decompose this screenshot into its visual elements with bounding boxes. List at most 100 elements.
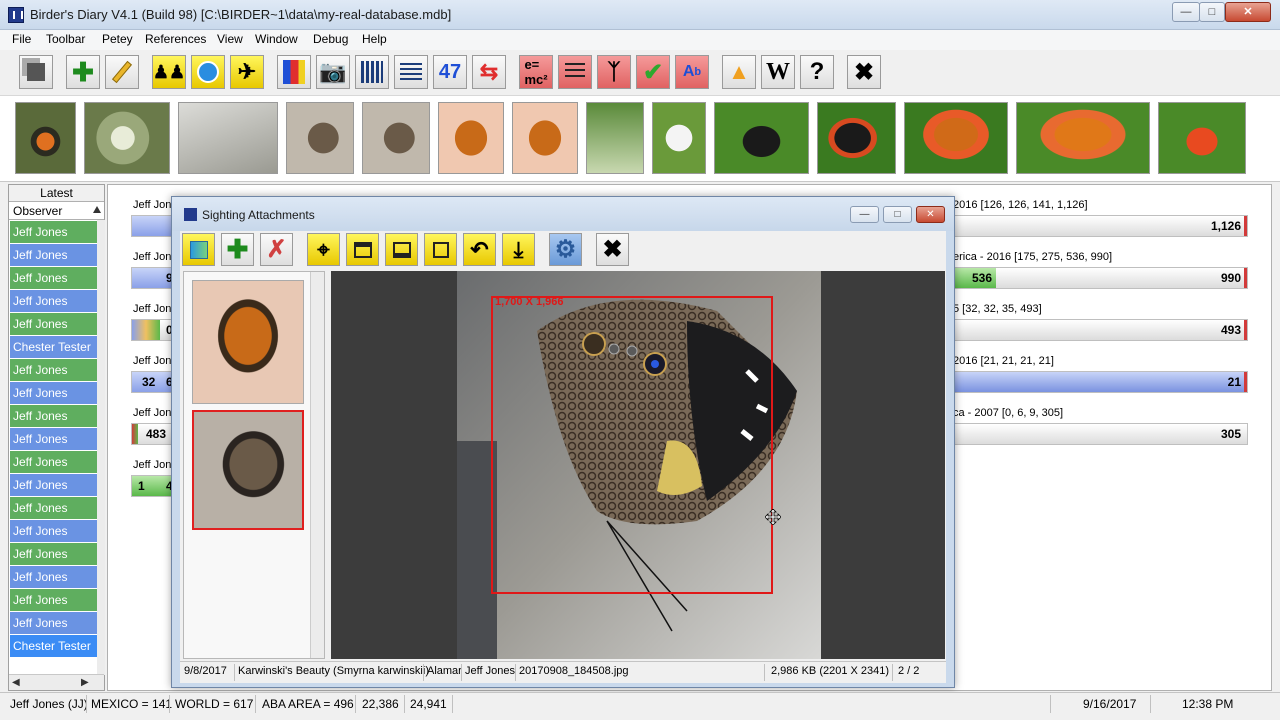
observer-row[interactable]: Jeff Jones [10,221,97,243]
scroll-right-icon[interactable]: ▶ [81,677,89,688]
latest-header[interactable]: Latest [9,185,104,202]
observer-row[interactable]: Jeff Jones [10,313,97,335]
scroll-left-icon[interactable]: ◀ [12,677,20,688]
pencil-icon[interactable] [105,55,139,89]
formula-icon[interactable]: e= mc² [519,55,553,89]
bar-chart-icon[interactable] [355,55,389,89]
photo-thumbnail[interactable] [1158,102,1246,174]
warning-triangle-icon[interactable]: ▲ [722,55,756,89]
add-attachment-icon[interactable]: ✚ [221,233,254,266]
photo-thumbnail[interactable] [904,102,1008,174]
help-icon[interactable]: ? [800,55,834,89]
observer-row-selected[interactable]: Chester Tester [10,635,97,657]
crop-square-icon[interactable] [424,233,457,266]
camera-icon[interactable]: 📷 [316,55,350,89]
observer-row[interactable]: Jeff Jones [10,566,97,588]
menu-help[interactable]: Help [362,32,387,46]
save-download-icon[interactable]: ⤓ [502,233,535,266]
spellcheck-icon[interactable]: Ab [675,55,709,89]
menu-window[interactable]: Window [255,32,298,46]
attachment-thumbnail-selected[interactable] [192,410,304,530]
minimize-button[interactable]: — [1172,2,1200,22]
swap-arrows-icon[interactable]: ⇆ [472,55,506,89]
airplane-icon[interactable]: ✈ [230,55,264,89]
observer-row[interactable]: Jeff Jones [10,612,97,634]
photo-thumbnail[interactable] [84,102,170,174]
observer-row[interactable]: Jeff Jones [10,497,97,519]
observer-row[interactable]: Jeff Jones [10,382,97,404]
menu-file[interactable]: File [12,32,31,46]
observer-row[interactable]: Chester Tester [10,336,97,358]
observer-horizontal-scrollbar[interactable]: ◀ ▶ [9,674,104,690]
delete-attachment-icon[interactable]: ✗ [260,233,293,266]
menu-toolbar[interactable]: Toolbar [46,32,85,46]
branch-icon[interactable]: ᛉ [597,55,631,89]
list-icon[interactable] [394,55,428,89]
crop-selection-box[interactable]: 1,700 X 1,966 [491,296,773,594]
photo-thumbnail[interactable] [438,102,504,174]
window-title: Birder's Diary V4.1 (Build 98) [C:\BIRDE… [30,7,452,22]
checkmark-icon[interactable]: ✔ [636,55,670,89]
observer-row[interactable]: Jeff Jones [10,290,97,312]
wikipedia-icon[interactable]: W [761,55,795,89]
divider [461,664,462,681]
photo-thumbnail[interactable] [586,102,644,174]
add-icon[interactable]: ✚ [66,55,100,89]
dialog-minimize-button[interactable]: — [850,206,879,223]
maximize-button[interactable]: □ [1199,2,1225,22]
dialog-exit-icon[interactable]: ✖ [596,233,629,266]
photo-thumbnail[interactable] [178,102,278,174]
photo-thumbnail[interactable] [652,102,706,174]
divider [452,695,453,713]
observer-vertical-scrollbar[interactable] [97,220,105,675]
menu-references[interactable]: References [145,32,206,46]
observer-column-header[interactable]: Observer [9,203,104,220]
status-number-1: 22,386 [362,697,399,711]
observer-row[interactable]: Jeff Jones [10,428,97,450]
crop-icon[interactable]: ⌖ [307,233,340,266]
image-viewer[interactable]: 1,700 X 1,966 [331,271,945,659]
observer-row[interactable]: Jeff Jones [10,543,97,565]
exit-icon[interactable]: ✖ [847,55,881,89]
photo-thumbnail[interactable] [1016,102,1150,174]
dialog-maximize-button[interactable]: □ [883,206,912,223]
thumbnail-scrollbar[interactable] [310,272,324,658]
photo-thumbnail[interactable] [362,102,430,174]
book-icon[interactable] [277,55,311,89]
photo-thumbnail[interactable] [286,102,354,174]
people-icon[interactable]: ♟♟ [152,55,186,89]
sort-list-icon[interactable] [558,55,592,89]
attachment-thumbnail[interactable] [192,280,304,404]
close-button[interactable]: ✕ [1225,2,1271,22]
app-icon [8,7,24,23]
crop-top-icon[interactable] [346,233,379,266]
settings-gear-icon[interactable]: ⚙ [549,233,582,266]
sort-ascending-icon [93,206,101,213]
observer-row[interactable]: Jeff Jones [10,474,97,496]
photo-thumbnail[interactable] [817,102,896,174]
photo-thumbnail[interactable] [512,102,578,174]
observer-row[interactable]: Jeff Jones [10,451,97,473]
divider [515,664,516,681]
observer-row[interactable]: Jeff Jones [10,589,97,611]
photo-thumbnail[interactable] [15,102,76,174]
observer-row[interactable]: Jeff Jones [10,267,97,289]
stat-label: Jeff Jon [133,303,172,315]
rotate-icon[interactable]: ↶ [463,233,496,266]
checklist-47-icon[interactable]: 47 [433,55,467,89]
status-time: 12:38 PM [1182,697,1234,711]
dialog-close-button[interactable]: ✕ [916,206,945,223]
photo-thumbnail[interactable] [714,102,809,174]
globe-icon[interactable] [191,55,225,89]
divider [169,695,170,713]
observer-row[interactable]: Jeff Jones [10,244,97,266]
observer-row[interactable]: Jeff Jones [10,405,97,427]
observer-row[interactable]: Jeff Jones [10,359,97,381]
menu-petey[interactable]: Petey [102,32,133,46]
crop-bottom-icon[interactable] [385,233,418,266]
observer-row[interactable]: Jeff Jones [10,520,97,542]
gray-square-icon[interactable] [19,55,53,89]
menu-debug[interactable]: Debug [313,32,348,46]
menu-view[interactable]: View [217,32,243,46]
import-image-icon[interactable] [182,233,215,266]
